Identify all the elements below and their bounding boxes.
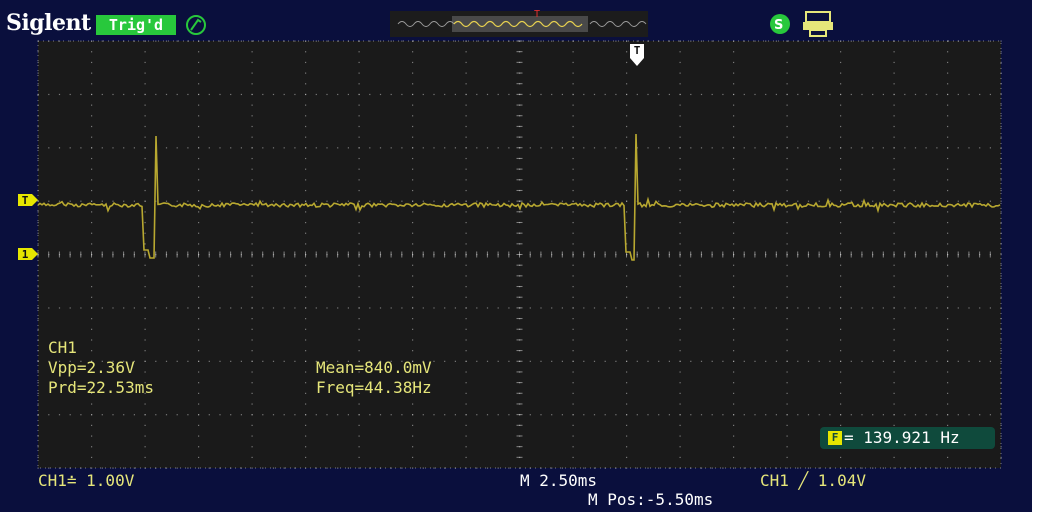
trigger-edge-icon <box>186 15 206 35</box>
measure-channel-label: CH1 <box>48 338 77 357</box>
measure-frequency: Freq=44.38Hz <box>316 378 432 397</box>
ch1-marker-label: 1 <box>21 248 29 261</box>
svg-text:T: T <box>534 9 540 20</box>
trigger-position-label: T <box>633 44 641 57</box>
brand-logo: Siglent <box>6 10 91 36</box>
svg-text:S: S <box>774 18 783 33</box>
horizontal-position[interactable]: M Pos:-5.50ms <box>588 490 713 509</box>
measure-vpp: Vpp=2.36V <box>48 358 135 377</box>
counter-value: = 139.921 Hz <box>844 428 960 447</box>
trigger-settings[interactable]: CH1 ╱ 1.04V <box>760 471 866 490</box>
measure-mean: Mean=840.0mV <box>316 358 432 377</box>
oscilloscope-screen: T S T 1 T Siglent Trig'd CH1 Vpp=2.36V P… <box>0 0 1044 514</box>
timebase-overview: T <box>390 9 648 37</box>
timebase-scale[interactable]: M 2.50ms <box>520 471 597 490</box>
trigger-status-badge: Trig'd <box>96 15 176 35</box>
ch1-volts-per-div[interactable]: CH1≐ 1.00V <box>38 471 134 490</box>
trigger-level-label: T <box>21 194 29 207</box>
measure-period: Prd=22.53ms <box>48 378 154 397</box>
run-state-icon: S <box>770 14 790 34</box>
frequency-counter: F = 139.921 Hz <box>820 427 995 449</box>
counter-icon: F <box>828 431 842 445</box>
usb-printer-icon <box>803 11 833 37</box>
